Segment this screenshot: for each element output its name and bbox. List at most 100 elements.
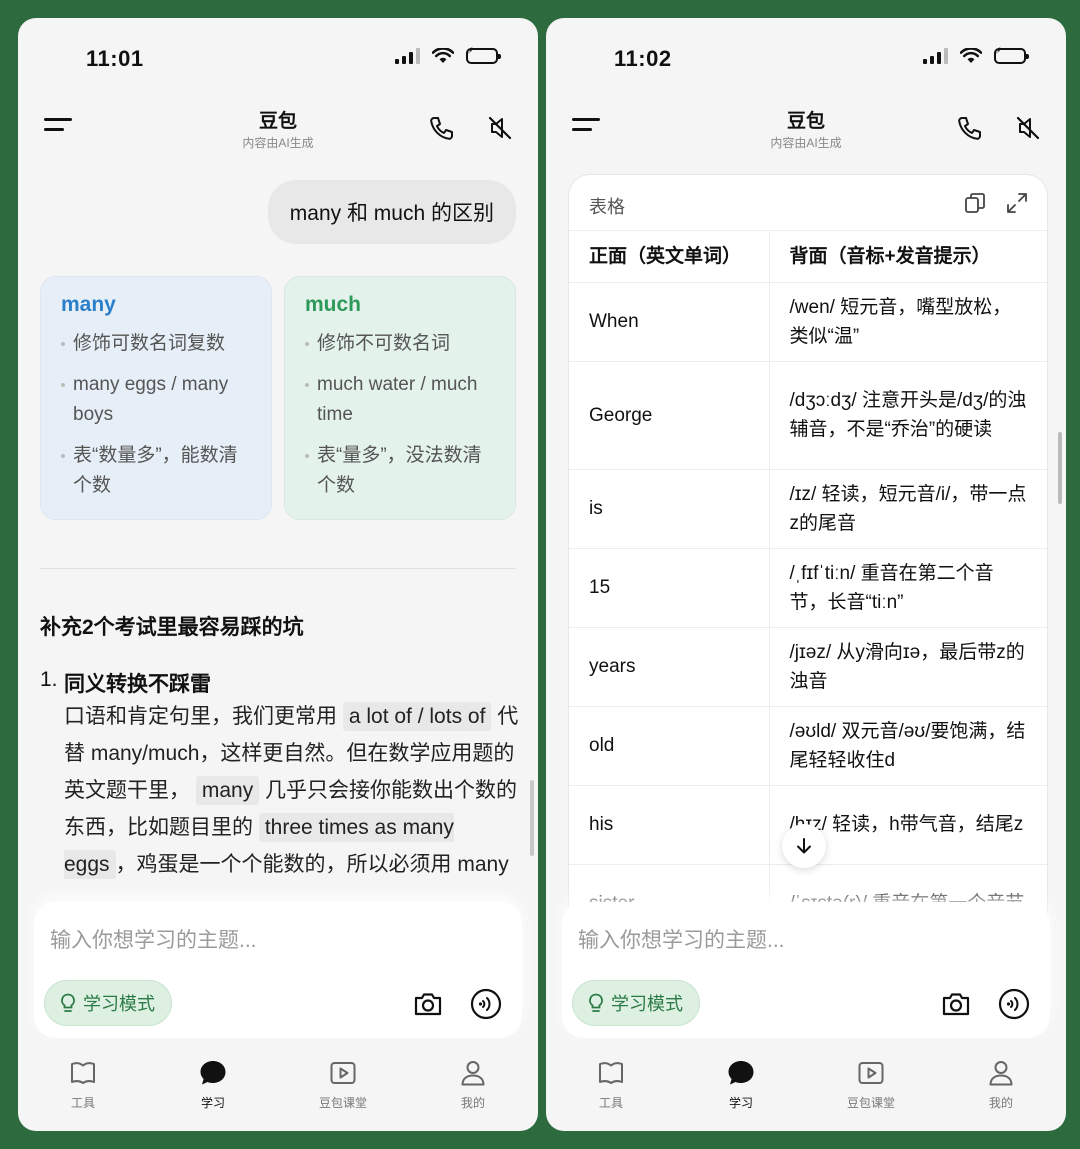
voice-input-icon[interactable] (470, 988, 502, 1020)
tab-label: 工具 (598, 1096, 623, 1110)
chat-bubble-icon (728, 1061, 754, 1085)
tab-label: 学习 (200, 1096, 225, 1110)
phonetic-cell: /ˌfɪfˈtiːn/ 重音在第二个音节，长音“tiːn” (769, 548, 1047, 628)
study-mode-button[interactable]: 学习模式 (44, 980, 172, 1026)
study-mode-button[interactable]: 学习模式 (572, 980, 700, 1026)
wifi-icon (960, 48, 982, 63)
scrollbar[interactable] (530, 780, 534, 856)
speaker-mute-icon[interactable] (486, 114, 514, 142)
tab-label: 我的 (988, 1096, 1013, 1110)
expand-icon[interactable] (1005, 191, 1029, 215)
section-title: 补充2个考试里最容易踩的坑 (40, 616, 304, 639)
table-header-row: 正面（英文单词） 背面（音标+发音提示） (569, 231, 1047, 283)
tab-label: 学习 (728, 1096, 753, 1110)
divider (40, 568, 516, 569)
book-icon (71, 1062, 95, 1084)
tab-study[interactable]: 学习 (148, 1048, 278, 1131)
camera-icon[interactable] (940, 988, 972, 1020)
word-cell: years (569, 627, 770, 707)
column-header: 正面（英文单词） (569, 231, 770, 283)
phonetic-cell: /jɪəz/ 从y滑向ɪə，最后带z的浊音 (769, 627, 1047, 707)
camera-icon[interactable] (412, 988, 444, 1020)
table-card: 表格 正面（英文单词） 背面（音标+发音提示） When/wen/ 短元音，嘴型… (568, 174, 1048, 934)
card-title: much (305, 293, 362, 316)
card-title: many (61, 293, 116, 316)
point-number: 1. (40, 668, 58, 691)
header-subtitle: 内容由AI生成 (242, 136, 314, 150)
tab-tools[interactable]: 工具 (546, 1048, 676, 1131)
play-video-icon (858, 1062, 884, 1084)
table-toolbar: 表格 (569, 175, 1047, 231)
tab-tools[interactable]: 工具 (18, 1048, 148, 1131)
many-card: many 修饰可数名词复数 many eggs / many boys 表“数量… (40, 276, 272, 520)
study-mode-label: 学习模式 (611, 994, 683, 1014)
word-cell: his (569, 785, 770, 865)
table-label: 表格 (589, 197, 625, 217)
tab-label: 我的 (460, 1096, 485, 1110)
user-icon (989, 1061, 1013, 1086)
word-cell: is (569, 469, 770, 549)
cellular-signal-icon (395, 48, 420, 64)
phonetic-cell: /ɪz/ 轻读，短元音/i/，带一点z的尾音 (769, 469, 1047, 549)
point-title: 同义转换不踩雷 (64, 673, 211, 696)
column-header: 背面（音标+发音提示） (769, 231, 1047, 283)
word-cell: 15 (569, 548, 770, 628)
play-video-icon (330, 1062, 356, 1084)
phone-call-icon[interactable] (956, 114, 984, 142)
header-title: 豆包 (786, 111, 825, 132)
chat-bubble-icon (200, 1061, 226, 1085)
header-subtitle: 内容由AI生成 (770, 136, 842, 150)
battery-charging-icon: ⚡ (994, 47, 1029, 64)
speaker-mute-icon[interactable] (1014, 114, 1042, 142)
tab-classroom[interactable]: 豆包课堂 (278, 1048, 408, 1131)
table-row: When/wen/ 短元音，嘴型放松，类似“温” (569, 282, 1047, 362)
lightbulb-icon (61, 993, 75, 1012)
lightbulb-icon (589, 993, 603, 1012)
tab-profile[interactable]: 我的 (408, 1048, 538, 1131)
tab-study[interactable]: 学习 (676, 1048, 806, 1131)
app-header: 豆包 内容由AI生成 (546, 98, 1066, 168)
header-title: 豆包 (258, 111, 297, 132)
voice-input-icon[interactable] (998, 988, 1030, 1020)
tab-profile[interactable]: 我的 (936, 1048, 1066, 1131)
table-row: George/dʒɔːdʒ/ 注意开头是/dʒ/的浊辅音，不是“乔治”的硬读 (569, 361, 1047, 470)
card-item: many eggs / many boys (61, 370, 251, 430)
word-cell: George (569, 361, 770, 470)
much-card: much 修饰不可数名词 much water / much time 表“量多… (284, 276, 516, 520)
phone-call-icon[interactable] (428, 114, 456, 142)
body-text: ，鸡蛋是一个个能数的，所以必须用 many (115, 853, 509, 876)
table-row: 15/ˌfɪfˈtiːn/ 重音在第二个音节，长音“tiːn” (569, 548, 1047, 628)
phonetic-cell: /dʒɔːdʒ/ 注意开头是/dʒ/的浊辅音，不是“乔治”的硬读 (769, 361, 1047, 470)
card-item: 修饰不可数名词 (305, 329, 495, 359)
tab-bar: 工具 学习 豆包课堂 我的 (18, 1048, 538, 1131)
tab-classroom[interactable]: 豆包课堂 (806, 1048, 936, 1131)
word-cell: old (569, 706, 770, 786)
scrollbar[interactable] (1058, 432, 1062, 504)
user-icon (461, 1061, 485, 1086)
tab-bar: 工具 学习 豆包课堂 我的 (546, 1048, 1066, 1131)
status-time: 11:01 (86, 46, 144, 71)
table-row: old/əʊld/ 双元音/əʊ/要饱满，结尾轻轻收住d (569, 706, 1047, 786)
user-message-bubble: many 和 much 的区别 (267, 180, 516, 244)
cellular-signal-icon (923, 48, 948, 64)
wifi-icon (432, 48, 454, 63)
battery-charging-icon: ⚡ (466, 47, 501, 64)
right-screen: 11:02 ⚡ 豆包 内容由AI生成 表格 正面（英文单词） 背面（音标+发音提… (546, 18, 1066, 1131)
phonetic-cell: /wen/ 短元音，嘴型放松，类似“温” (769, 282, 1047, 362)
book-icon (599, 1062, 623, 1084)
app-header: 豆包 内容由AI生成 (18, 98, 538, 168)
chat-input-box[interactable]: 输入你想学习的主题... 学习模式 (34, 902, 522, 1038)
word-cell: When (569, 282, 770, 362)
status-bar: 11:01 ⚡ (18, 18, 538, 98)
body-text: 口语和肯定句里，我们更常用 (64, 705, 337, 728)
card-item: 表“量多”，没法数清个数 (305, 441, 495, 501)
chat-input-placeholder[interactable]: 输入你想学习的主题... (50, 924, 257, 954)
chat-input-box[interactable]: 输入你想学习的主题... 学习模式 (562, 902, 1050, 1038)
highlight-text: a lot of / lots of (342, 702, 492, 731)
copy-icon[interactable] (963, 191, 987, 215)
chat-input-placeholder[interactable]: 输入你想学习的主题... (578, 924, 785, 954)
highlight-text: many (195, 776, 260, 805)
scroll-down-button[interactable] (782, 824, 826, 868)
tab-label: 豆包课堂 (318, 1096, 367, 1110)
tab-label: 工具 (70, 1096, 95, 1110)
